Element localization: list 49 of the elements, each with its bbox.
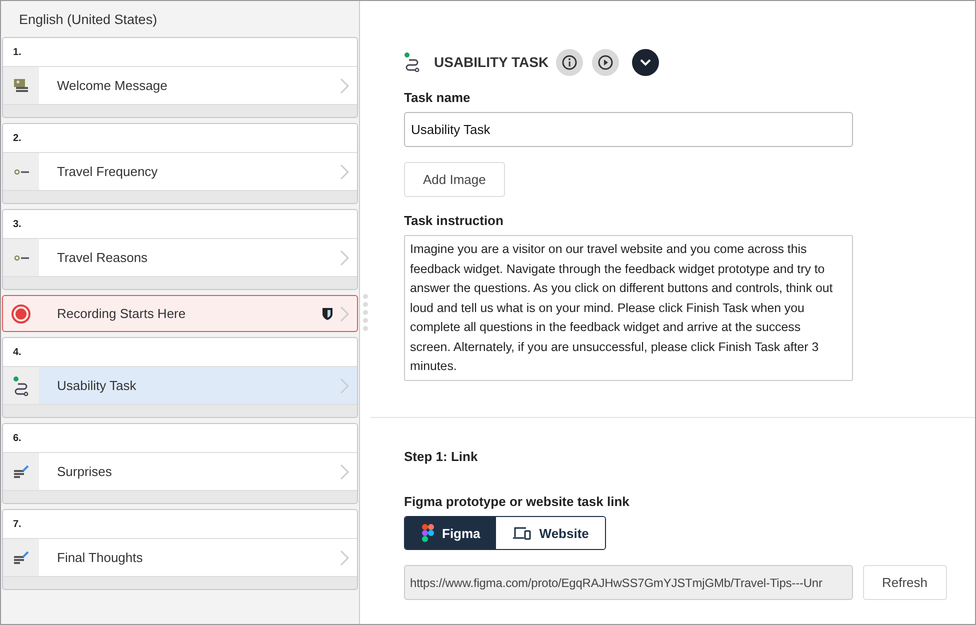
step-heading: Step 1: Link — [404, 449, 479, 464]
expand-button[interactable] — [632, 48, 659, 76]
question-number: 3. — [13, 218, 22, 230]
sidebar-item[interactable]: Welcome Message — [3, 67, 357, 104]
record-icon — [11, 304, 31, 324]
question-number: 1. — [13, 46, 22, 58]
info-button[interactable] — [556, 48, 583, 76]
question-number: 2. — [13, 132, 22, 144]
chevron-right-icon — [339, 250, 349, 266]
sidebar-item[interactable]: Travel Reasons — [3, 239, 357, 276]
slider-icon — [14, 254, 28, 260]
chevron-right-icon — [339, 550, 349, 566]
text-edit-icon — [14, 465, 28, 478]
info-icon — [562, 54, 577, 70]
field-label: Task name — [404, 90, 472, 105]
shield-icon — [322, 307, 333, 320]
route-icon — [13, 376, 29, 396]
field-label: Task instruction — [404, 213, 504, 228]
chevron-right-icon — [339, 164, 349, 180]
link-type-tab[interactable]: Figma — [405, 517, 496, 549]
devices-icon — [513, 526, 532, 540]
play-button[interactable] — [592, 48, 619, 76]
play-icon — [598, 54, 613, 70]
image-message-icon — [14, 79, 28, 92]
slider-icon — [14, 168, 28, 174]
chevron-right-icon — [339, 378, 349, 394]
sidebar-item[interactable]: Recording Starts Here — [2, 295, 358, 332]
question-number: 7. — [13, 518, 22, 530]
field-label: Figma prototype or website task link — [404, 494, 630, 509]
chevron-right-icon — [339, 306, 349, 322]
language-label: English (United States) — [18, 10, 158, 29]
task-title: USABILITY TASK — [434, 54, 549, 70]
sidebar-item[interactable]: Travel Frequency — [3, 153, 357, 190]
add-image-button[interactable]: Add Image — [404, 162, 505, 197]
link-field[interactable]: https://www.figma.com/proto/EgqRAJHwSS7GmYJSTmjGMb/Travel-Tips---Unr — [404, 565, 853, 600]
figma-logo-icon — [422, 524, 434, 542]
chevron-down-icon — [640, 58, 651, 66]
task-name-field[interactable]: Usability Task — [404, 112, 853, 147]
chevron-right-icon — [339, 464, 349, 480]
route-icon — [404, 52, 420, 72]
instruction-field[interactable]: Imagine you are a visitor on our travel website and you come across this feedback widget. Navigate through the feedback widget prototype and try to answer the questions. As you click on different buttons and controls, think out loud and tell us what is on your mind. Please click Finish Task when you complete all questions in the feedback widget and arrive at the success screen. Alternately, if you are unsuccessful, please click Finish Task after 3 minutes. — [404, 235, 853, 381]
question-number: 4. — [13, 346, 22, 358]
text-edit-icon — [14, 551, 28, 564]
sidebar-item[interactable]: Final Thoughts — [3, 539, 357, 576]
sidebar-item[interactable]: Usability Task — [3, 367, 357, 404]
question-number: 6. — [13, 432, 22, 444]
chevron-right-icon — [339, 78, 349, 94]
sidebar-item[interactable]: Surprises — [3, 453, 357, 490]
refresh-button[interactable]: Refresh — [863, 565, 947, 600]
